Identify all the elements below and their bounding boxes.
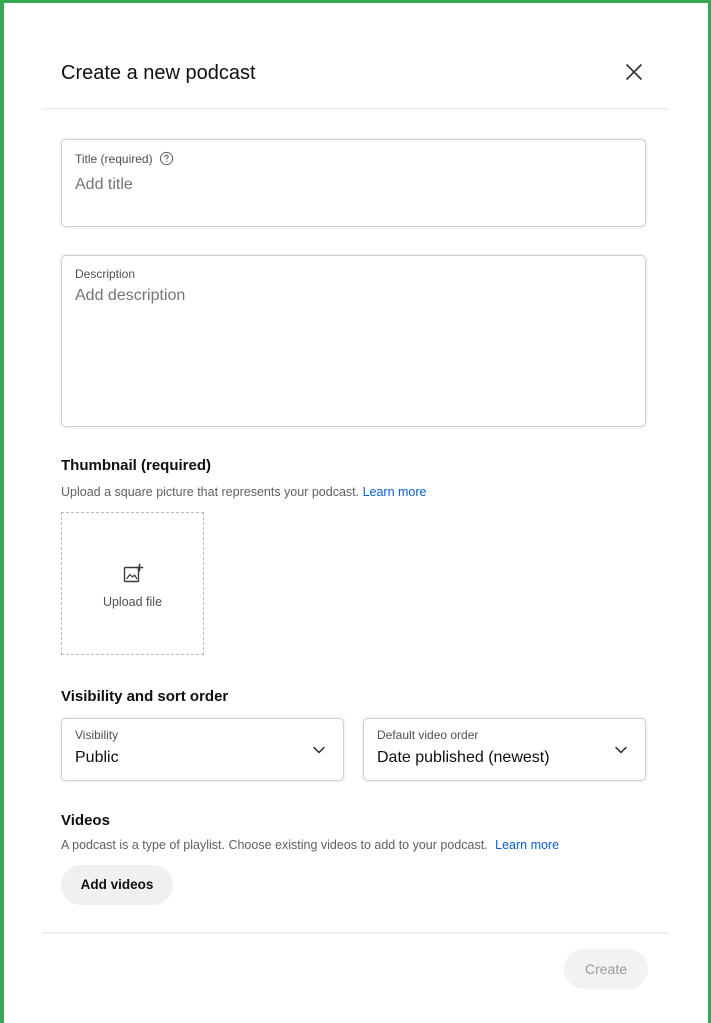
upload-file-button[interactable]: Upload file: [61, 512, 204, 655]
title-input[interactable]: [75, 174, 625, 196]
visibility-value: Public: [75, 749, 119, 766]
help-icon[interactable]: [159, 151, 174, 166]
videos-subtitle: A podcast is a type of playlist. Choose …: [61, 838, 560, 852]
close-button[interactable]: [622, 60, 646, 84]
videos-heading: Videos: [61, 812, 110, 829]
add-videos-button[interactable]: Add videos: [61, 865, 173, 905]
create-podcast-dialog: Create a new podcast Title (required) De…: [42, 36, 669, 1004]
video-order-label: Default video order: [377, 728, 479, 742]
chevron-down-icon: [313, 746, 325, 754]
description-input[interactable]: [75, 287, 630, 407]
title-field-label: Title (required): [75, 151, 153, 166]
visibility-heading: Visibility and sort order: [61, 688, 229, 705]
visibility-select[interactable]: Visibility Public: [61, 718, 344, 781]
description-field-label: Description: [75, 267, 136, 281]
videos-learn-more-link[interactable]: Learn more: [495, 838, 559, 852]
visibility-label: Visibility: [75, 728, 119, 742]
close-icon: [626, 64, 642, 80]
dialog-header: Create a new podcast: [42, 36, 669, 109]
video-order-value: Date published (newest): [377, 749, 550, 766]
title-field[interactable]: Title (required): [61, 139, 646, 227]
thumbnail-learn-more-link[interactable]: Learn more: [363, 485, 427, 499]
footer-divider: [42, 932, 669, 934]
add-image-icon: [123, 563, 144, 583]
create-button[interactable]: Create: [564, 949, 648, 989]
description-field[interactable]: Description: [61, 255, 646, 427]
dialog-title: Create a new podcast: [61, 62, 256, 84]
chevron-down-icon: [615, 746, 627, 754]
thumbnail-heading: Thumbnail (required): [61, 457, 211, 474]
video-order-select[interactable]: Default video order Date published (newe…: [363, 718, 646, 781]
thumbnail-subtitle: Upload a square picture that represents …: [61, 485, 427, 499]
upload-file-label: Upload file: [102, 595, 163, 609]
